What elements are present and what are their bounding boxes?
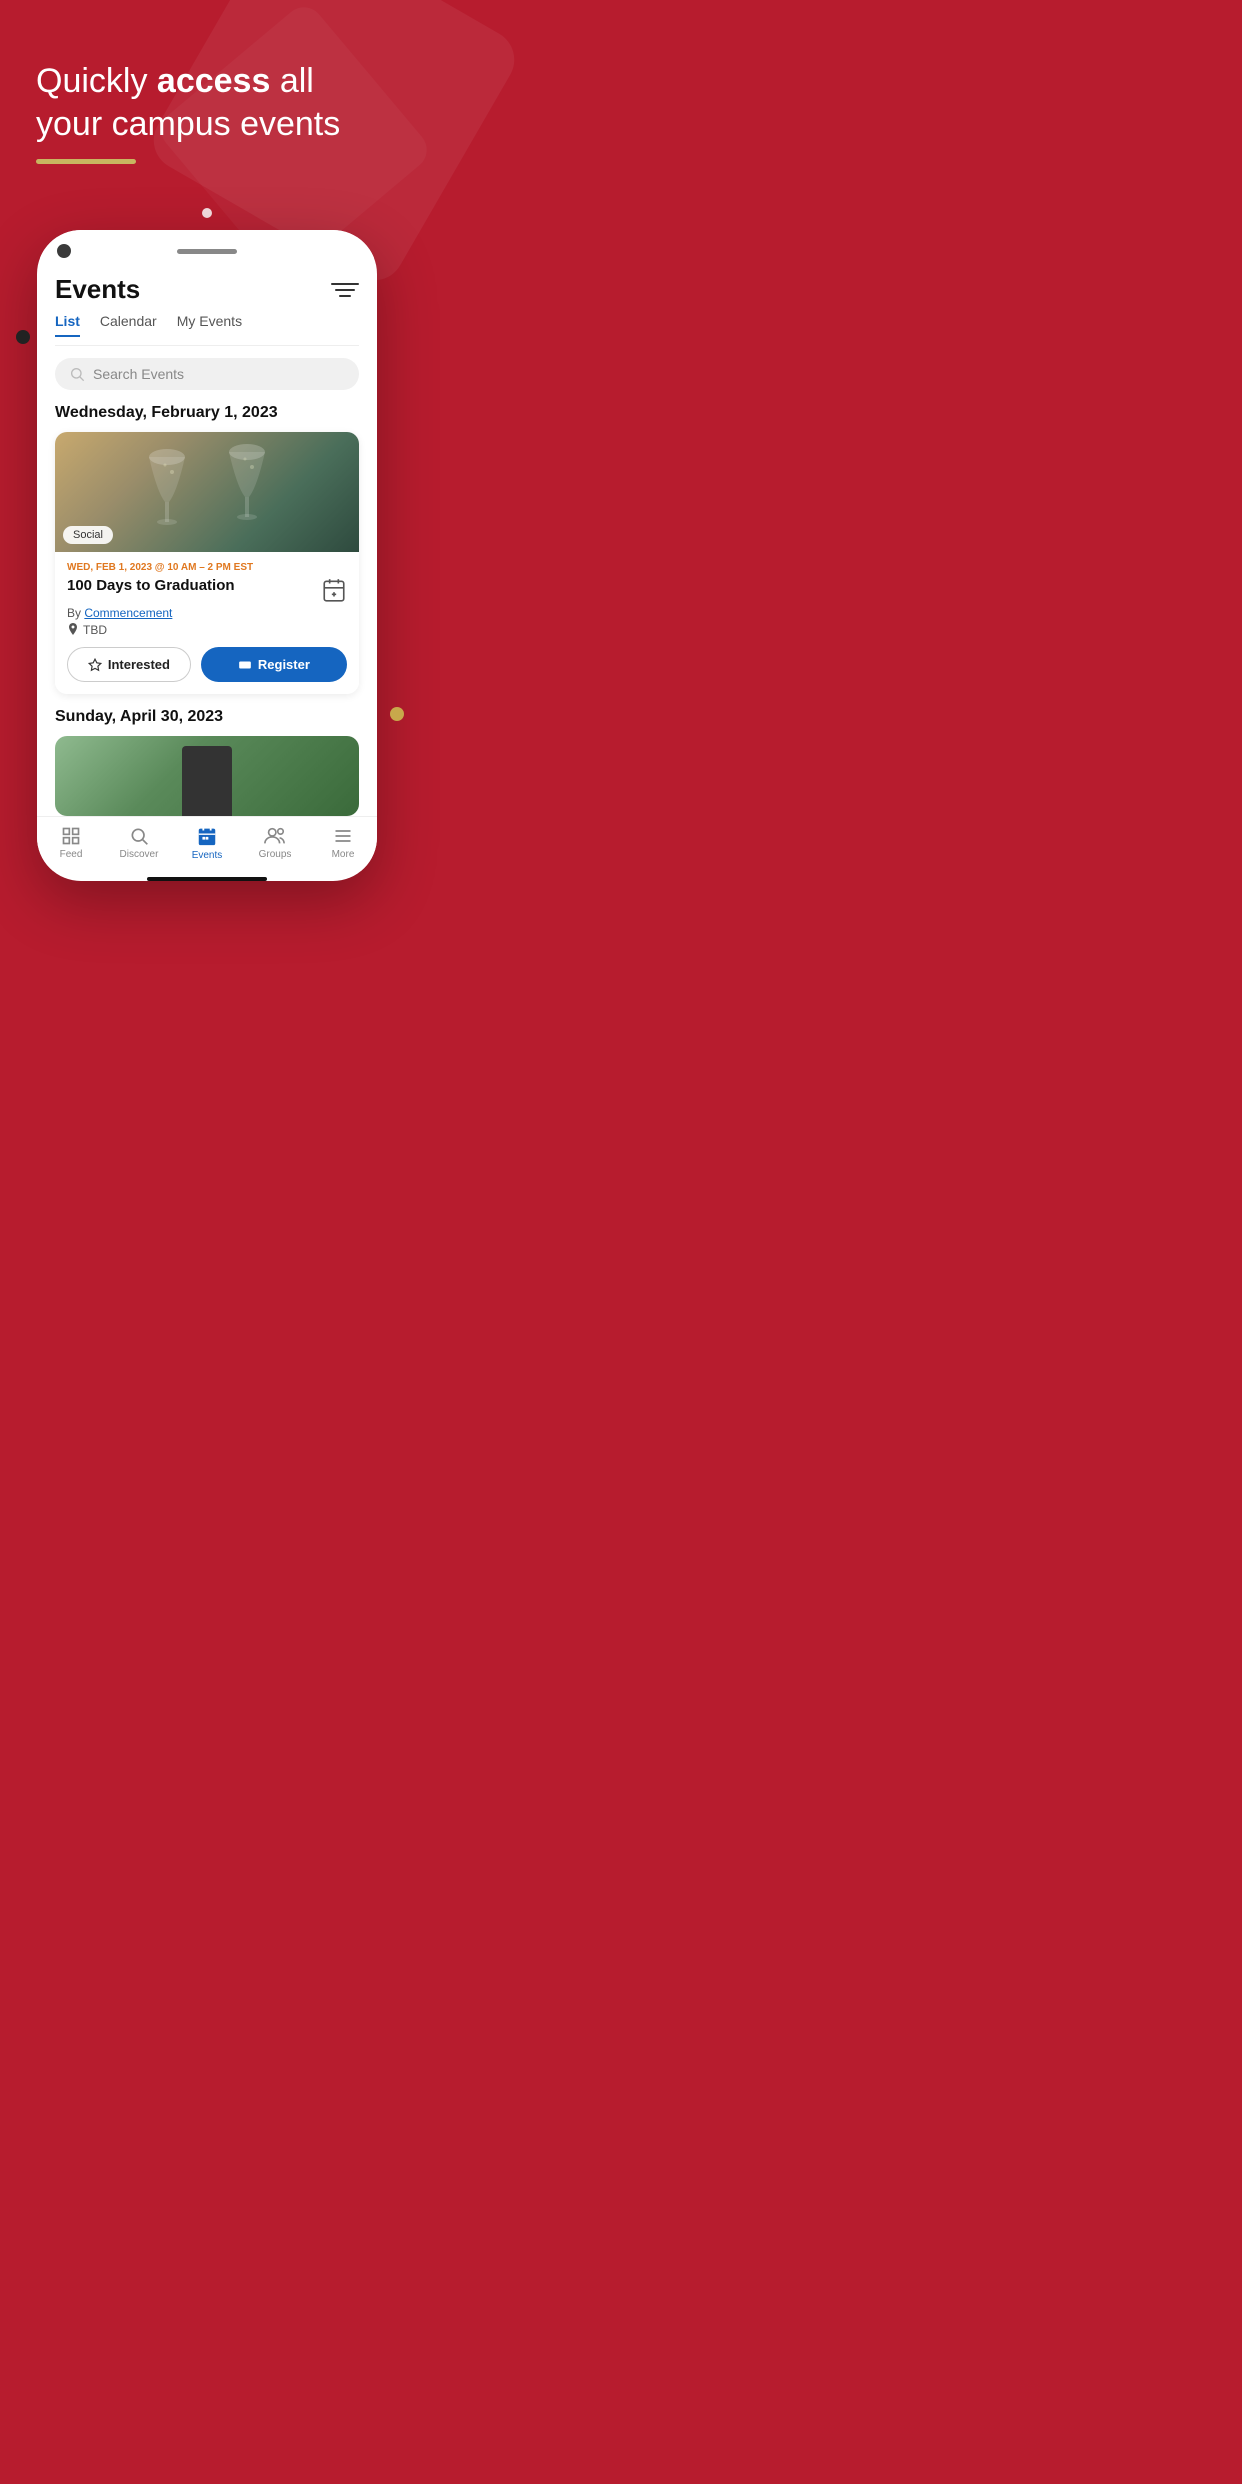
event-badge: Social	[63, 526, 113, 544]
side-dot-right	[390, 707, 404, 721]
nav-feed[interactable]: Feed	[46, 826, 96, 860]
date-heading-1: Wednesday, February 1, 2023	[55, 404, 359, 422]
event-date-time: WED, FEB 1, 2023 @ 10 AM – 2 PM EST	[67, 562, 347, 573]
side-dot-left	[16, 330, 30, 344]
more-icon	[333, 826, 353, 846]
event-card-1: Social WED, FEB 1, 2023 @ 10 AM – 2 PM E…	[55, 432, 359, 694]
tab-list[interactable]: List	[55, 313, 80, 337]
event-actions: Interested Register	[67, 647, 347, 682]
app-content: Events List Calendar My Events Se	[37, 258, 377, 816]
hero-underline	[36, 159, 136, 164]
filter-icon[interactable]	[331, 276, 359, 304]
filter-line1	[331, 283, 359, 285]
grad-figure	[182, 746, 232, 816]
date-heading-2: Sunday, April 30, 2023	[55, 708, 359, 726]
location-icon	[67, 623, 79, 637]
hero-line1: Quickly access all	[36, 62, 314, 100]
phone-camera	[57, 244, 71, 258]
nav-discover-label: Discover	[120, 849, 159, 860]
event-details-1: WED, FEB 1, 2023 @ 10 AM – 2 PM EST 100 …	[55, 552, 359, 694]
event-name: 100 Days to Graduation	[67, 577, 313, 594]
champagne-illustration	[107, 437, 307, 547]
bottom-nav: Feed Discover Events	[37, 816, 377, 871]
tab-calendar[interactable]: Calendar	[100, 313, 157, 337]
filter-line3	[339, 295, 352, 297]
search-icon	[69, 366, 85, 382]
events-icon	[196, 825, 218, 847]
nav-feed-label: Feed	[60, 849, 83, 860]
nav-discover[interactable]: Discover	[114, 826, 164, 860]
event-location: TBD	[67, 623, 347, 637]
phone-mockup: Events List Calendar My Events Se	[37, 230, 377, 881]
phone-mockup-wrapper: Events List Calendar My Events Se	[0, 230, 414, 921]
app-title: Events	[55, 274, 140, 305]
nav-more[interactable]: More	[318, 826, 368, 860]
nav-more-label: More	[332, 849, 355, 860]
event-card-2	[55, 736, 359, 816]
hero-section: Quickly access all your campus events	[0, 0, 414, 184]
calendar-add-icon[interactable]	[321, 577, 347, 603]
hero-line2: your campus events	[36, 105, 340, 143]
nav-events-label: Events	[192, 850, 223, 861]
app-tabs: List Calendar My Events	[55, 313, 359, 346]
search-placeholder: Search Events	[93, 366, 184, 382]
location-text: TBD	[83, 623, 107, 637]
event-image-1: Social	[55, 432, 359, 552]
nav-home-indicator	[147, 877, 267, 881]
register-button[interactable]: Register	[201, 647, 347, 682]
groups-icon	[264, 826, 286, 846]
app-header: Events	[55, 258, 359, 313]
organizer-link[interactable]: Commencement	[84, 606, 172, 620]
nav-groups[interactable]: Groups	[250, 826, 300, 860]
feed-icon	[61, 826, 81, 846]
dot-active	[202, 208, 212, 218]
event-organizer: By Commencement	[67, 606, 347, 620]
phone-speaker	[177, 249, 237, 254]
hero-text: Quickly access all your campus events	[36, 60, 378, 145]
event-title-row: 100 Days to Graduation	[67, 577, 347, 603]
interested-button[interactable]: Interested	[67, 647, 191, 682]
star-icon	[88, 658, 102, 672]
event-image-2	[55, 736, 359, 816]
phone-top-bar	[37, 230, 377, 258]
search-bar[interactable]: Search Events	[55, 358, 359, 390]
filter-line2	[335, 289, 355, 291]
discover-icon	[129, 826, 149, 846]
ticket-icon	[238, 658, 252, 672]
tab-myevents[interactable]: My Events	[177, 313, 242, 337]
nav-groups-label: Groups	[259, 849, 292, 860]
nav-events[interactable]: Events	[182, 825, 232, 861]
